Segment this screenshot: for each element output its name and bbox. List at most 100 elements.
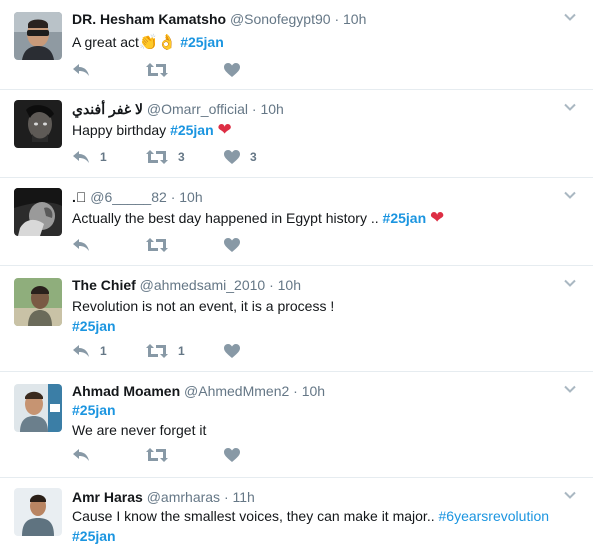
tweet-body: A great act [72,34,139,50]
tweet[interactable]: Amr Haras @amrharas · 11h Cause I know t… [0,478,593,545]
retweet-icon [146,150,168,164]
reply-button[interactable]: 1 [72,344,110,358]
tweet[interactable]: The Chief @ahmedsami_2010 · 10h Revoluti… [0,266,593,372]
retweet-icon [146,448,168,462]
retweet-button[interactable] [146,448,188,462]
tweet-content: The Chief @ahmedsami_2010 · 10h Revoluti… [72,275,549,336]
timestamp[interactable]: 10h [179,189,202,205]
user-handle[interactable]: @ahmedsami_2010 [140,277,266,293]
chevron-down-icon[interactable] [563,276,577,290]
heart-icon [224,63,240,77]
timestamp[interactable]: 11h [233,489,255,505]
tweet-content: DR. Hesham Kamatsho @Sonofegypt90 · 10h … [72,9,549,52]
avatar[interactable] [14,278,62,326]
tweet-actions [72,60,296,80]
tweet-header: .ﾟ @6_____82 · 10h [72,187,549,207]
like-button[interactable] [224,63,260,77]
user-name[interactable]: The Chief [72,277,136,293]
tweet-body: Revolution is not an event, it is a proc… [72,298,335,314]
tweet-text: Happy birthday #25jan ❤ [72,120,549,140]
tweet-body: We are never forget it [72,422,207,438]
user-name[interactable]: .ﾟ [72,189,86,205]
clap-ok-emoji: 👏👌 [138,33,177,51]
tweet-body: Happy birthday [72,122,167,138]
avatar[interactable] [14,100,62,148]
tweet-text: #25jan We are never forget it [72,400,549,440]
separator: · [251,101,257,117]
red-heart-emoji: ❤ [430,208,445,228]
tweet-text: Cause I know the smallest voices, they c… [72,506,549,545]
heart-icon [224,344,240,358]
avatar[interactable] [14,488,62,536]
retweet-button[interactable] [146,238,188,252]
like-button[interactable] [224,448,260,462]
tweet-text: Revolution is not an event, it is a proc… [72,296,549,336]
tweet-content: .ﾟ @6_____82 · 10h Actually the best day… [72,187,549,228]
user-handle[interactable]: @Sonofegypt90 [230,11,331,27]
reply-button[interactable]: 1 [72,150,110,164]
retweet-button[interactable]: 3 [146,150,188,164]
chevron-down-icon[interactable] [563,10,577,24]
avatar[interactable] [14,12,62,60]
chevron-down-icon[interactable] [563,488,577,502]
heart-icon [224,238,240,252]
hashtag-link[interactable]: #25jan [383,210,427,226]
chevron-down-icon[interactable] [563,100,577,114]
heart-icon [224,150,240,164]
timestamp[interactable]: 10h [278,277,301,293]
tweet-header: Amr Haras @amrharas · 11h [72,487,549,507]
tweet[interactable]: Ahmad Moamen @AhmedMmen2 · 10h #25jan We… [0,372,593,478]
like-button[interactable] [224,344,260,358]
reply-button[interactable] [72,238,110,252]
reply-icon [72,63,90,77]
tweet-actions [72,445,296,465]
user-handle[interactable]: @Omarr_official [147,101,248,117]
avatar[interactable] [14,384,62,432]
user-handle[interactable]: @amrharas [147,489,220,505]
like-button[interactable] [224,238,260,252]
hashtag-link[interactable]: #25jan [170,122,214,138]
tweet-content: Ahmad Moamen @AhmedMmen2 · 10h #25jan We… [72,381,549,440]
tweet[interactable]: DR. Hesham Kamatsho @Sonofegypt90 · 10h … [0,0,593,90]
retweet-count: 1 [178,344,185,358]
tweet-content: لا غفر أفندي @Omarr_official · 10h Happy… [72,99,549,140]
reply-icon [72,150,90,164]
hashtag-link[interactable]: #6yearsrevolution [439,508,550,524]
timestamp[interactable]: 10h [260,101,283,117]
reply-count: 1 [100,344,107,358]
tweet-body: Cause I know the smallest voices, they c… [72,508,435,524]
retweet-icon [146,238,168,252]
tweet[interactable]: لا غفر أفندي @Omarr_official · 10h Happy… [0,90,593,178]
reply-icon [72,448,90,462]
retweet-button[interactable]: 1 [146,344,188,358]
separator: · [223,489,229,505]
timestamp[interactable]: 10h [343,11,366,27]
tweet-actions: 1 3 3 [72,147,296,167]
tweet[interactable]: .ﾟ @6_____82 · 10h Actually the best day… [0,178,593,266]
hashtag-link[interactable]: #25jan [72,526,549,545]
timestamp[interactable]: 10h [302,383,325,399]
reply-button[interactable] [72,63,110,77]
user-name[interactable]: DR. Hesham Kamatsho [72,11,226,27]
avatar[interactable] [14,188,62,236]
retweet-button[interactable] [146,63,188,77]
retweet-icon [146,344,168,358]
reply-count: 1 [100,150,107,164]
user-handle[interactable]: @AhmedMmen2 [184,383,289,399]
hashtag-link[interactable]: #25jan [72,400,549,420]
user-name[interactable]: Amr Haras [72,489,143,505]
like-button[interactable]: 3 [224,150,260,164]
user-handle[interactable]: @6_____82 [90,189,167,205]
tweet-content: Amr Haras @amrharas · 11h Cause I know t… [72,487,549,545]
reply-button[interactable] [72,448,110,462]
user-name[interactable]: Ahmad Moamen [72,383,180,399]
hashtag-link[interactable]: #25jan [72,316,549,336]
retweet-icon [146,63,168,77]
chevron-down-icon[interactable] [563,188,577,202]
retweet-count: 3 [178,150,185,164]
user-name[interactable]: لا غفر أفندي [72,101,143,117]
chevron-down-icon[interactable] [563,382,577,396]
tweet-header: DR. Hesham Kamatsho @Sonofegypt90 · 10h [72,9,549,29]
hashtag-link[interactable]: #25jan [180,34,224,50]
reply-icon [72,344,90,358]
